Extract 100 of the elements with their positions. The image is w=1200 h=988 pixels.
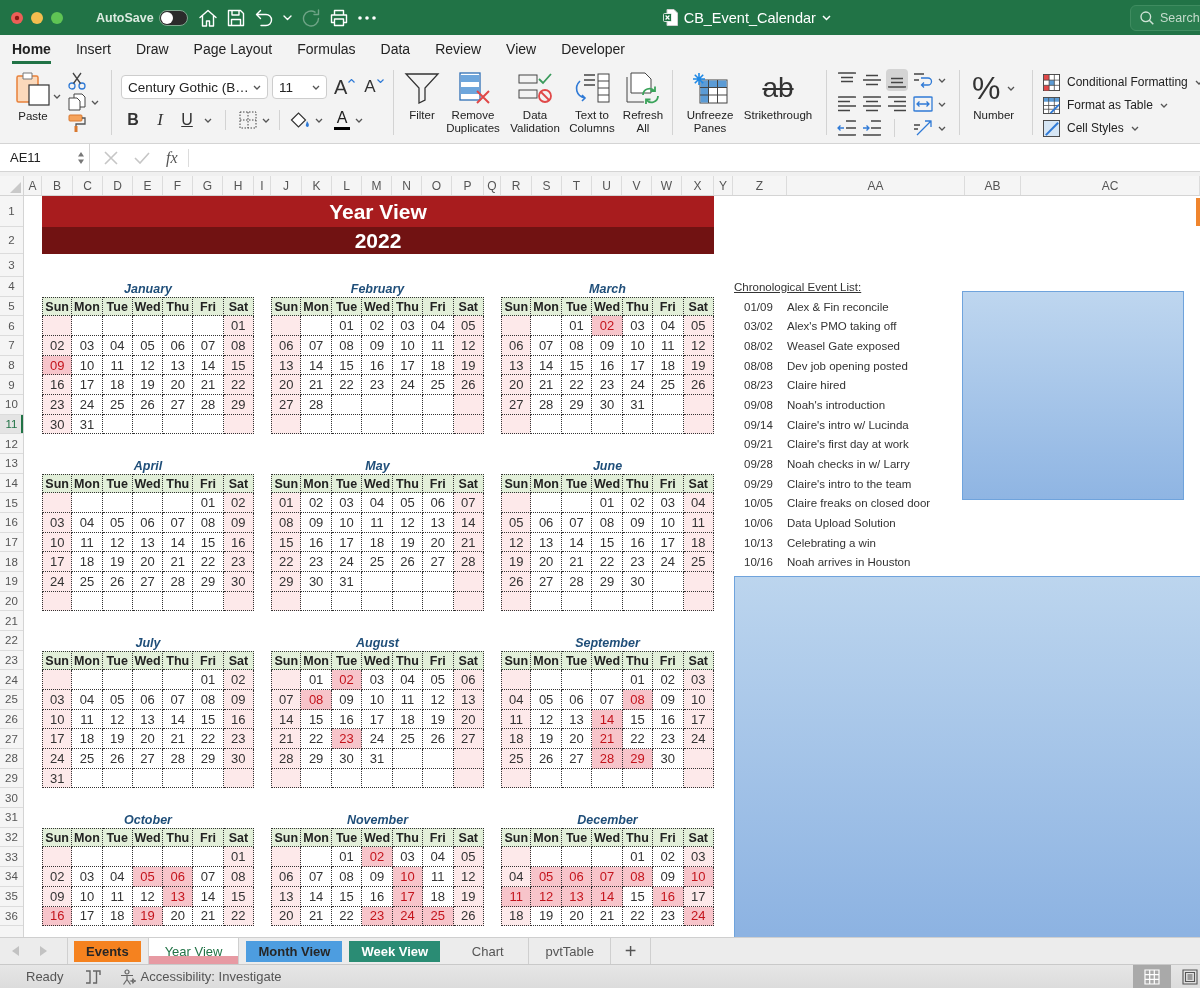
column-header[interactable]: X (682, 176, 714, 195)
caret-icon[interactable] (53, 94, 61, 99)
column-header[interactable]: T (562, 176, 592, 195)
caret-icon[interactable] (938, 77, 946, 83)
column-header[interactable]: AB (965, 176, 1021, 195)
row-header[interactable]: 3 (0, 254, 23, 277)
row-header[interactable]: 19 (0, 572, 23, 592)
paint-bucket-icon[interactable] (290, 111, 310, 129)
row-header[interactable]: 1 (0, 196, 23, 227)
row-header[interactable]: 15 (0, 493, 23, 514)
merge-cells-icon[interactable] (912, 93, 934, 115)
column-header[interactable]: G (193, 176, 223, 195)
column-header[interactable]: J (271, 176, 302, 195)
column-header[interactable]: V (622, 176, 652, 195)
row-header[interactable]: 14 (0, 473, 23, 494)
row-header[interactable]: 20 (0, 591, 23, 612)
column-header[interactable]: M (362, 176, 392, 195)
decrease-indent-icon[interactable] (836, 117, 858, 139)
ribbon-tab[interactable]: Insert (75, 35, 111, 64)
borders-icon[interactable] (239, 111, 257, 129)
ribbon-tab[interactable]: Page Layout (193, 35, 273, 64)
sheet-tab[interactable]: Week View (349, 940, 441, 962)
number-format-button[interactable]: % Number (972, 72, 1016, 122)
row-header[interactable]: 24 (0, 670, 23, 691)
file-name[interactable]: CB_Event_Calendar (683, 9, 816, 26)
font-color-button[interactable]: A (334, 110, 350, 130)
caret-icon[interactable] (938, 101, 946, 107)
font-name-dropdown[interactable]: Century Gothic (B… (121, 75, 268, 99)
shrink-font-button[interactable]: A (364, 76, 384, 98)
row-header[interactable]: 21 (0, 611, 23, 632)
column-header[interactable]: I (254, 176, 271, 195)
column-header[interactable]: L (332, 176, 362, 195)
home-icon[interactable] (198, 8, 217, 27)
caret-icon[interactable] (315, 117, 323, 123)
row-header[interactable]: 22 (0, 631, 23, 651)
accessibility-status[interactable]: Accessibility: Investigate (140, 969, 282, 984)
sheet-tab[interactable]: Year View (147, 938, 240, 964)
row-header[interactable]: 31 (0, 808, 23, 828)
row-header[interactable]: 32 (0, 827, 23, 848)
row-header[interactable]: 28 (0, 749, 23, 769)
underline-button[interactable]: U (179, 111, 195, 129)
column-header[interactable]: K (302, 176, 332, 195)
ribbon-tab[interactable]: Developer (561, 35, 625, 64)
scissors-icon[interactable] (68, 72, 86, 90)
column-header[interactable]: AC (1021, 176, 1200, 195)
bold-button[interactable]: B (125, 111, 141, 129)
column-header[interactable]: P (452, 176, 484, 195)
column-header[interactable]: R (501, 176, 532, 195)
refresh-all-button[interactable]: Refresh All (620, 72, 666, 135)
search-field[interactable]: Search (1130, 4, 1200, 31)
framed-page-icon[interactable] (1182, 968, 1198, 985)
close-window-icon[interactable] (11, 11, 23, 24)
column-header[interactable]: N (392, 176, 422, 195)
copy-icon[interactable] (68, 93, 86, 111)
grow-font-button[interactable]: A (334, 76, 356, 98)
ribbon-tab[interactable]: View (506, 35, 537, 64)
increase-indent-icon[interactable] (861, 117, 883, 139)
remove-duplicates-button[interactable]: Remove Duplicates (443, 72, 503, 135)
row-header[interactable]: 16 (0, 513, 23, 533)
column-header[interactable]: B (42, 176, 73, 195)
print-icon[interactable] (329, 8, 348, 27)
paste-button[interactable]: Paste (14, 72, 52, 122)
unfreeze-panes-button[interactable]: Unfreeze Panes (684, 72, 736, 135)
data-validation-button[interactable]: Data Validation (506, 72, 564, 135)
row-header[interactable]: 34 (0, 867, 23, 887)
row-header[interactable]: 23 (0, 650, 23, 671)
autosave-toggle[interactable] (158, 9, 188, 26)
column-header[interactable]: D (103, 176, 133, 195)
row-header[interactable]: 13 (0, 454, 23, 474)
row-header[interactable]: 36 (0, 906, 23, 927)
ribbon-tab[interactable]: Review (435, 35, 482, 64)
column-header[interactable]: H (223, 176, 254, 195)
column-header[interactable]: E (133, 176, 163, 195)
row-header[interactable]: 27 (0, 729, 23, 750)
row-header[interactable]: 6 (0, 316, 23, 336)
paint-roller-icon[interactable] (68, 114, 86, 132)
column-header[interactable]: AA (787, 176, 965, 195)
brackets-icon[interactable] (84, 968, 101, 985)
column-header[interactable]: O (422, 176, 452, 195)
save-icon[interactable] (226, 8, 245, 27)
conditional-formatting-button[interactable]: Conditional Formatting (1043, 73, 1200, 91)
caret-icon[interactable] (91, 99, 99, 105)
name-box[interactable]: AE11 (0, 144, 90, 171)
row-header[interactable]: 4 (0, 277, 23, 297)
column-header[interactable]: Y (714, 176, 733, 195)
column-header[interactable]: S (532, 176, 562, 195)
insert-function-button[interactable]: fx (166, 148, 178, 167)
sheet-tab[interactable]: Month View (246, 940, 343, 962)
accessibility-icon[interactable] (119, 968, 136, 985)
minimize-window-icon[interactable] (31, 11, 43, 24)
ribbon-tab[interactable]: Data (380, 35, 411, 64)
fullscreen-window-icon[interactable] (51, 11, 63, 24)
row-header[interactable]: 18 (0, 552, 23, 573)
row-header[interactable]: 29 (0, 768, 23, 789)
row-header[interactable]: 33 (0, 847, 23, 868)
column-header[interactable]: U (592, 176, 622, 195)
row-header[interactable]: 7 (0, 336, 23, 356)
ellipsis-icon[interactable] (357, 15, 376, 20)
row-header[interactable]: 8 (0, 355, 23, 376)
cell-styles-button[interactable]: Cell Styles (1043, 119, 1200, 137)
